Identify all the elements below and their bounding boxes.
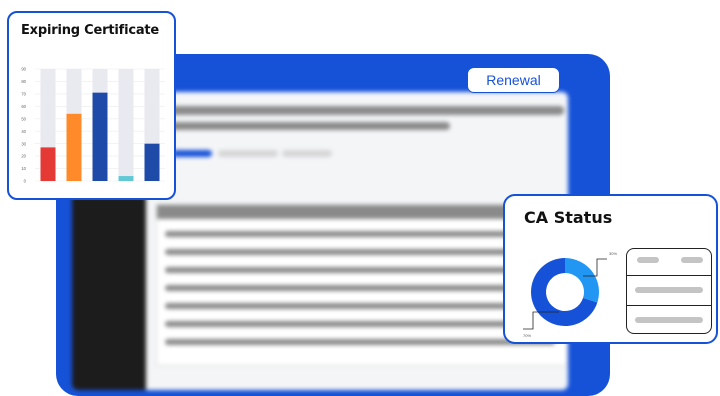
bar: [92, 92, 108, 181]
y-tick-label: 80: [21, 79, 26, 84]
renewal-button[interactable]: Renewal: [467, 67, 560, 93]
y-tick-label: 60: [21, 104, 26, 109]
y-tick-label: 30: [21, 141, 26, 146]
bar: [118, 176, 134, 181]
donut-slice: [565, 258, 599, 303]
y-tick-label: 20: [21, 154, 26, 159]
y-tick-label: 40: [21, 129, 26, 134]
ca-status-table: [626, 248, 712, 334]
expiring-certificate-title: Expiring Certificate: [21, 23, 160, 38]
bar-track: [118, 69, 134, 181]
ca-status-title: CA Status: [524, 208, 613, 227]
callout-label-30: 30%: [609, 251, 617, 256]
callout-label-70: 70%: [523, 333, 531, 338]
bar: [40, 147, 56, 181]
expiring-certificate-bar-chart: 0 10 20 30 40 50 60 70 80 90: [21, 67, 165, 184]
ca-table-row: [627, 305, 711, 333]
y-tick-label: 10: [21, 166, 26, 171]
y-tick-label: 70: [21, 91, 26, 96]
ca-table-row: [627, 275, 711, 306]
ca-status-card: CA Status 30% 70%: [503, 194, 718, 344]
ca-status-donut-chart: 30% 70%: [523, 251, 617, 338]
expiring-certificate-card: Expiring Certificate 0 10 20 30 40 50 60 70 80 90: [7, 11, 176, 200]
y-tick-label: 0: [24, 179, 27, 184]
y-tick-label: 50: [21, 116, 26, 121]
y-tick-label: 90: [21, 67, 26, 72]
bar: [66, 113, 82, 181]
bar: [144, 143, 160, 181]
